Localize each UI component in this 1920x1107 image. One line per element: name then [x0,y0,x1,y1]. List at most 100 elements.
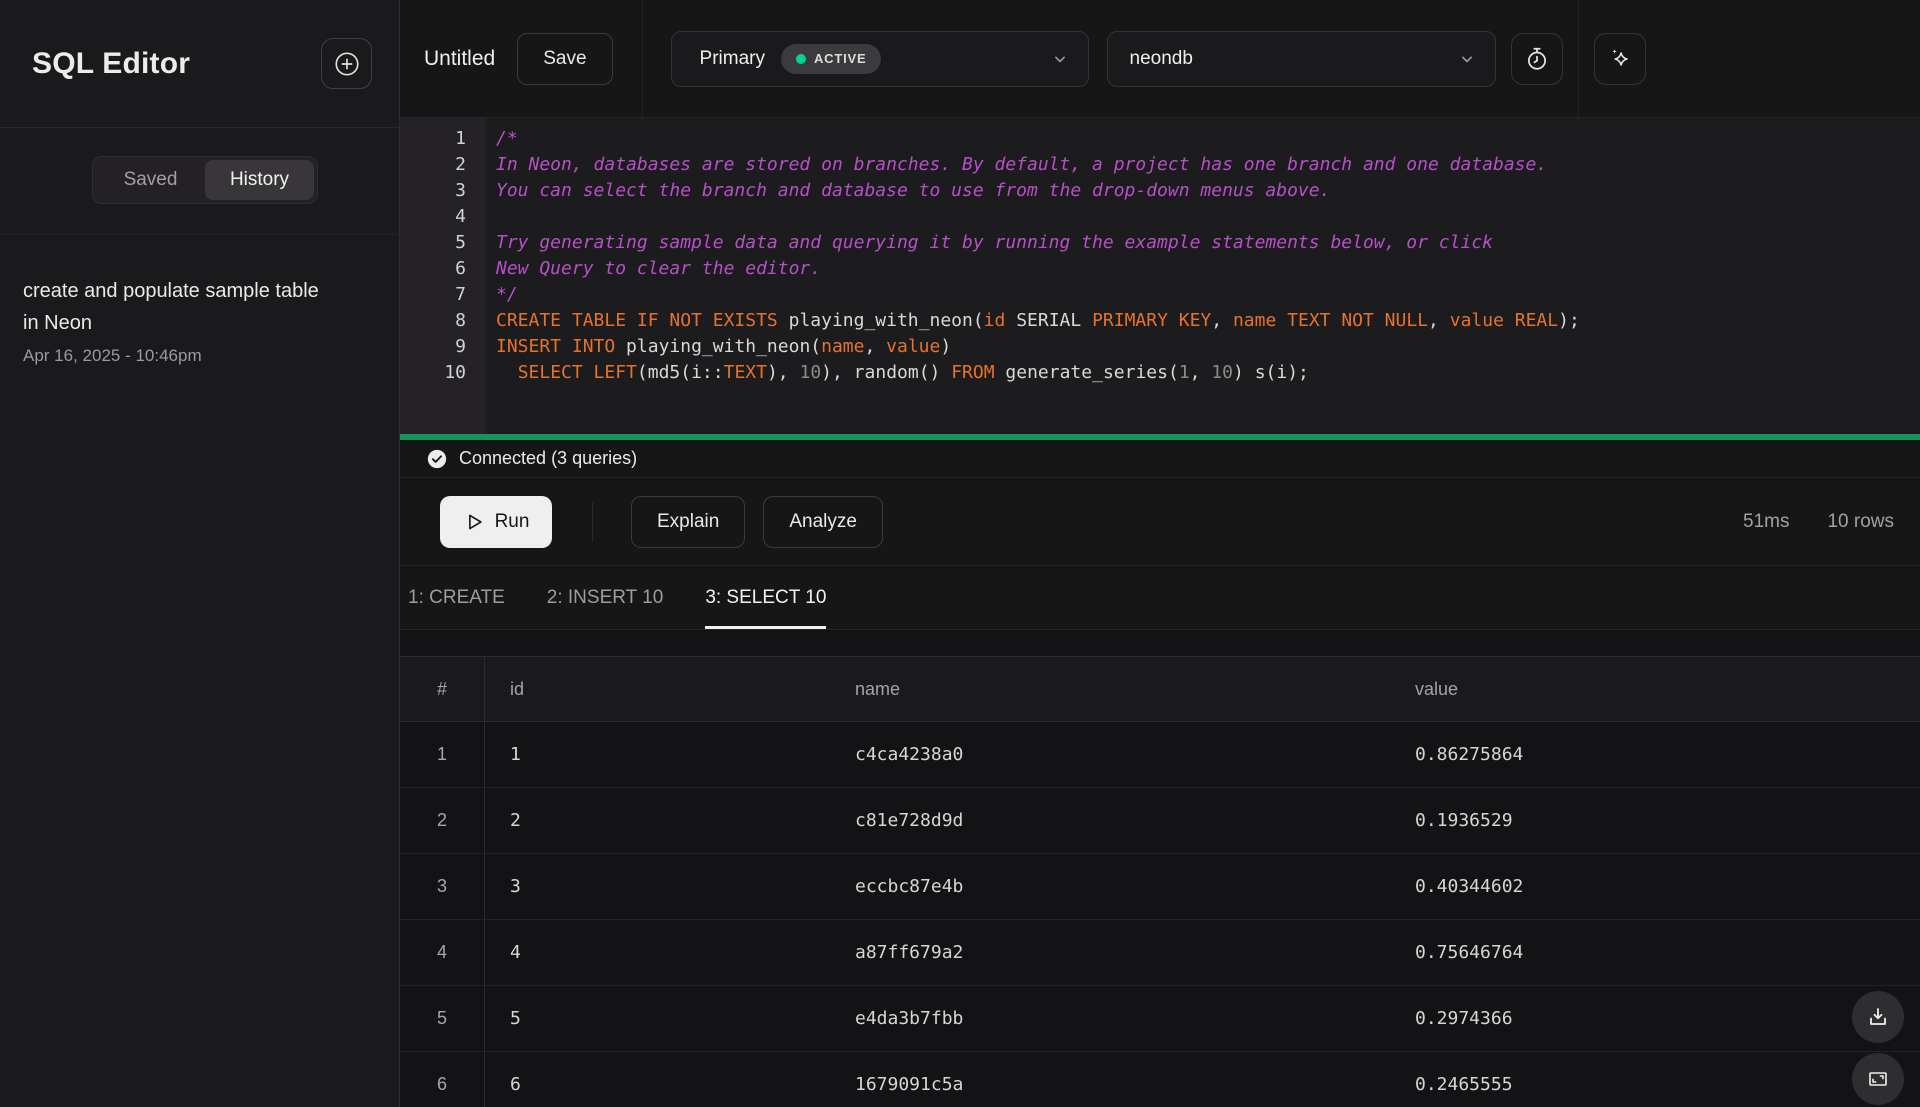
editor-toolbar: Untitled Save Primary ACTIVE neondb [400,0,1920,118]
branch-select[interactable]: Primary ACTIVE [671,31,1089,87]
run-button[interactable]: Run [440,496,552,548]
column-header-value: value [1390,679,1920,700]
expand-results-button[interactable] [1852,1053,1904,1105]
app-title: SQL Editor [32,47,190,81]
value-cell: 0.2465555 [1390,1074,1920,1095]
line-number: 4 [400,204,466,230]
explain-button[interactable]: Explain [631,496,745,548]
toolbar-divider [642,0,643,117]
main-panel: Untitled Save Primary ACTIVE neondb [400,0,1920,1107]
actions-divider [592,502,593,542]
results-floating-actions [1852,991,1904,1105]
value-cell: 0.2974366 [1390,1008,1920,1029]
editor-code[interactable]: /*In Neon, databases are stored on branc… [486,118,1920,434]
line-number: 8 [400,308,466,334]
code-line [496,204,1920,230]
result-tabs: 1: CREATE 2: INSERT 10 3: SELECT 10 [400,566,1920,630]
name-cell: c4ca4238a0 [830,744,1390,765]
check-circle-icon [426,448,448,470]
active-dot-icon [796,54,806,64]
branch-name: Primary [700,48,765,70]
value-cell: 0.40344602 [1390,876,1920,897]
expand-icon [1866,1067,1890,1091]
line-number: 7 [400,282,466,308]
name-cell: eccbc87e4b [830,876,1390,897]
code-line: Try generating sample data and querying … [496,230,1920,256]
database-select[interactable]: neondb [1107,31,1496,87]
line-number: 3 [400,178,466,204]
download-icon [1866,1005,1890,1029]
id-cell: 1 [485,744,830,765]
database-name: neondb [1130,48,1193,70]
download-results-button[interactable] [1852,991,1904,1043]
id-cell: 5 [485,1008,830,1029]
result-tab-select[interactable]: 3: SELECT 10 [705,566,826,629]
stopwatch-icon [1524,46,1550,72]
value-cell: 0.86275864 [1390,744,1920,765]
tab-history[interactable]: History [205,160,314,200]
name-cell: c81e728d9d [830,810,1390,831]
toolbar-divider [1578,0,1579,117]
results-header-row: # id name value [400,656,1920,722]
row-number-cell: 3 [400,854,485,919]
line-number: 10 [400,360,466,386]
code-line: In Neon, databases are stored on branche… [496,152,1920,178]
column-header-name: name [830,679,1390,700]
result-tab-create[interactable]: 1: CREATE [408,566,505,629]
name-cell: e4da3b7fbb [830,1008,1390,1029]
result-row-count: 10 rows [1827,511,1894,533]
line-number: 6 [400,256,466,282]
row-number-cell: 1 [400,722,485,787]
save-button[interactable]: Save [517,33,612,85]
code-line: /* [496,126,1920,152]
analyze-button[interactable]: Analyze [763,496,883,548]
code-line: */ [496,282,1920,308]
table-row[interactable]: 2 2 c81e728d9d 0.1936529 [400,788,1920,854]
name-cell: 1679091c5a [830,1074,1390,1095]
code-line: INSERT INTO playing_with_neon(name, valu… [496,334,1920,360]
play-icon [463,511,485,533]
query-name: Untitled [424,47,495,71]
line-number: 2 [400,152,466,178]
id-cell: 4 [485,942,830,963]
plus-circle-icon [333,50,361,78]
history-item-title: create and populate sample table in Neon [23,275,325,339]
connection-status-row: Connected (3 queries) [400,440,1920,478]
ai-assist-button[interactable] [1594,33,1646,85]
table-row[interactable]: 6 6 1679091c5a 0.2465555 [400,1052,1920,1107]
row-number-cell: 2 [400,788,485,853]
chevron-down-icon [1457,49,1477,69]
chevron-down-icon [1050,49,1070,69]
sidebar: SQL Editor Saved History create and popu… [0,0,400,1107]
value-cell: 0.1936529 [1390,810,1920,831]
line-number: 5 [400,230,466,256]
result-tab-insert[interactable]: 2: INSERT 10 [547,566,664,629]
code-line: CREATE TABLE IF NOT EXISTS playing_with_… [496,308,1920,334]
sidebar-header: SQL Editor [0,0,399,128]
history-item[interactable]: create and populate sample table in Neon… [23,275,359,366]
table-row[interactable]: 4 4 a87ff679a2 0.75646764 [400,920,1920,986]
table-row[interactable]: 3 3 eccbc87e4b 0.40344602 [400,854,1920,920]
run-label: Run [495,511,530,533]
query-history-button[interactable] [1511,33,1563,85]
table-row[interactable]: 5 5 e4da3b7fbb 0.2974366 [400,986,1920,1052]
new-query-button[interactable] [321,38,372,89]
tab-saved[interactable]: Saved [96,160,205,200]
code-line: You can select the branch and database t… [496,178,1920,204]
branch-status-label: ACTIVE [814,51,866,66]
table-row[interactable]: 1 1 c4ca4238a0 0.86275864 [400,722,1920,788]
results-panel: # id name value 1 1 c4ca4238a0 0.8627586… [400,630,1920,1107]
sparkles-icon [1607,46,1633,72]
name-cell: a87ff679a2 [830,942,1390,963]
connection-status-label: Connected (3 queries) [459,448,637,469]
column-header-index: # [400,657,485,721]
row-number-cell: 6 [400,1052,485,1107]
id-cell: 3 [485,876,830,897]
history-item-date: Apr 16, 2025 - 10:46pm [23,346,359,366]
saved-history-toggle: Saved History [92,156,318,204]
code-line: SELECT LEFT(md5(i::TEXT), 10), random() … [496,360,1920,386]
code-editor[interactable]: 12345678910 /*In Neon, databases are sto… [400,118,1920,434]
query-duration: 51ms [1743,511,1789,533]
row-number-cell: 5 [400,986,485,1051]
line-number: 9 [400,334,466,360]
